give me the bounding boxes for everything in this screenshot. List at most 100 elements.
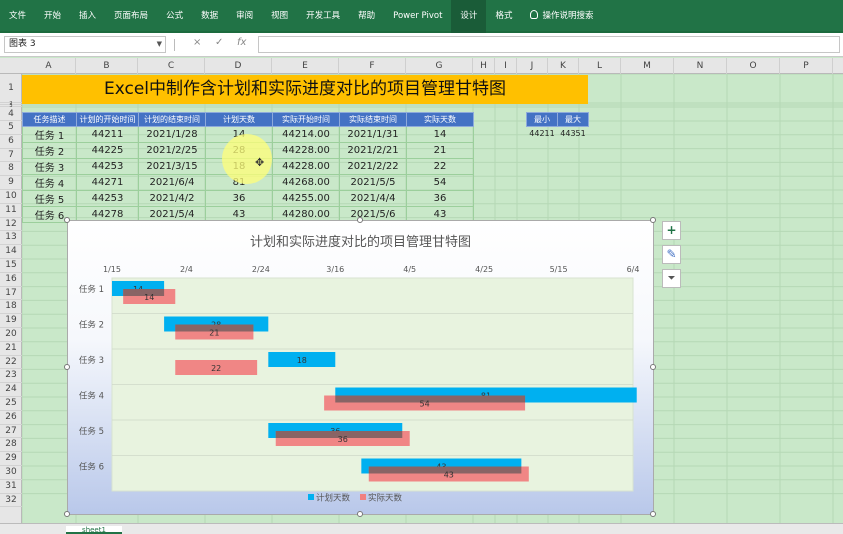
ribbon-tab[interactable]: 文件 bbox=[0, 0, 35, 33]
table-cell[interactable]: 44228.00 bbox=[272, 142, 340, 159]
page-title[interactable]: Excel中制作含计划和实际进度对比的项目管理甘特图 bbox=[22, 75, 588, 104]
ribbon-tab[interactable]: 页面布局 bbox=[105, 0, 157, 33]
chart-styles-brush-icon[interactable]: ✎ bbox=[662, 245, 681, 264]
table-cell[interactable]: 2021/4/2 bbox=[138, 190, 206, 207]
row-header[interactable]: 17 bbox=[0, 287, 22, 301]
ribbon-tab[interactable]: 开发工具 bbox=[297, 0, 349, 33]
max-header[interactable]: 最大 bbox=[557, 112, 589, 127]
row-header[interactable]: 16 bbox=[0, 273, 22, 287]
column-header[interactable]: N bbox=[674, 58, 727, 74]
row-header[interactable]: 7 bbox=[0, 149, 22, 163]
row-header[interactable]: 29 bbox=[0, 452, 22, 466]
table-cell[interactable]: 14 bbox=[406, 126, 474, 143]
column-header-cell[interactable]: 任务描述 bbox=[22, 112, 77, 127]
chart-filter-icon[interactable]: ⏷ bbox=[662, 269, 681, 288]
resize-handle[interactable] bbox=[650, 217, 656, 223]
column-header-cell[interactable]: 实际天数 bbox=[406, 112, 474, 127]
chevron-down-icon[interactable]: ▼ bbox=[157, 37, 162, 52]
row-header[interactable]: 26 bbox=[0, 411, 22, 425]
column-header[interactable]: J bbox=[517, 58, 548, 74]
table-cell[interactable]: 44271 bbox=[76, 174, 139, 191]
resize-handle[interactable] bbox=[357, 217, 363, 223]
table-cell[interactable]: 44253 bbox=[76, 158, 139, 175]
table-cell[interactable]: 44211 bbox=[76, 126, 139, 143]
column-header[interactable]: O bbox=[727, 58, 780, 74]
tell-me-search[interactable]: 操作说明搜索 bbox=[521, 0, 602, 33]
row-header[interactable]: 13 bbox=[0, 231, 22, 246]
ribbon-tab[interactable]: Power Pivot bbox=[384, 0, 451, 33]
row-header[interactable]: 28 bbox=[0, 438, 22, 453]
sheet-tab[interactable]: sheet1 bbox=[66, 526, 122, 534]
column-header-cell[interactable]: 计划天数 bbox=[205, 112, 273, 127]
table-cell[interactable]: 44214.00 bbox=[272, 126, 340, 143]
max-value[interactable]: 44351 bbox=[558, 127, 589, 140]
table-cell[interactable]: 2021/4/4 bbox=[339, 190, 407, 207]
table-cell[interactable]: 54 bbox=[406, 174, 474, 191]
table-cell[interactable]: 44253 bbox=[76, 190, 139, 207]
row-header[interactable]: 31 bbox=[0, 480, 22, 494]
column-header[interactable]: H bbox=[473, 58, 495, 74]
row-header[interactable]: 5 bbox=[0, 121, 22, 135]
table-cell[interactable]: 2021/6/4 bbox=[138, 174, 206, 191]
row-header[interactable]: 32 bbox=[0, 494, 22, 508]
column-header[interactable]: K bbox=[548, 58, 579, 74]
column-header[interactable]: L bbox=[579, 58, 621, 74]
row-header[interactable]: 27 bbox=[0, 425, 22, 439]
column-header[interactable]: A bbox=[22, 58, 76, 74]
table-cell[interactable]: 44268.00 bbox=[272, 174, 340, 191]
column-header-cell[interactable]: 计划的开始时间 bbox=[76, 112, 139, 127]
column-header-cell[interactable]: 实际开始时间 bbox=[272, 112, 340, 127]
resize-handle[interactable] bbox=[650, 511, 656, 517]
table-cell[interactable]: 任务 3 bbox=[22, 158, 77, 175]
min-value[interactable]: 44211 bbox=[527, 127, 558, 140]
column-header[interactable]: D bbox=[205, 58, 272, 74]
gantt-chart[interactable]: 计划和实际进度对比的项目管理甘特图 1/15 2/4 2/24 3/16 4/5 4/25… bbox=[64, 217, 656, 517]
table-cell[interactable]: 任务 4 bbox=[22, 174, 77, 191]
row-header[interactable]: 9 bbox=[0, 176, 22, 190]
ribbon-tab[interactable]: 开始 bbox=[35, 0, 70, 33]
row-header[interactable]: 6 bbox=[0, 135, 22, 149]
row-header[interactable]: 8 bbox=[0, 162, 22, 177]
table-cell[interactable]: 21 bbox=[406, 142, 474, 159]
column-header[interactable]: I bbox=[495, 58, 517, 74]
row-header[interactable]: 4 bbox=[0, 107, 22, 121]
table-cell[interactable]: 44225 bbox=[76, 142, 139, 159]
table-cell[interactable]: 44228.00 bbox=[272, 158, 340, 175]
column-header-cell[interactable]: 计划的结束时间 bbox=[138, 112, 206, 127]
ribbon-tab[interactable]: 设计 bbox=[451, 0, 487, 33]
table-cell[interactable]: 2021/3/15 bbox=[138, 158, 206, 175]
legend-label[interactable]: 实际天数 bbox=[368, 493, 403, 504]
fx-icon[interactable]: fx bbox=[237, 37, 246, 48]
ribbon-tab[interactable]: 格式 bbox=[486, 0, 521, 33]
table-cell[interactable]: 2021/5/5 bbox=[339, 174, 407, 191]
table-cell[interactable]: 任务 5 bbox=[22, 190, 77, 207]
resize-handle[interactable] bbox=[64, 511, 70, 517]
row-header[interactable]: 20 bbox=[0, 328, 22, 342]
chart-elements-plus-icon[interactable]: + bbox=[662, 221, 681, 240]
ribbon-tab[interactable]: 数据 bbox=[192, 0, 227, 33]
min-header[interactable]: 最小 bbox=[526, 112, 558, 127]
row-header[interactable]: 23 bbox=[0, 369, 22, 384]
ribbon-tab[interactable]: 插入 bbox=[70, 0, 105, 33]
legend-label[interactable]: 计划天数 bbox=[316, 493, 351, 504]
row-header[interactable]: 19 bbox=[0, 314, 22, 328]
table-cell[interactable]: 22 bbox=[406, 158, 474, 175]
table-cell[interactable]: 2021/2/21 bbox=[339, 142, 407, 159]
table-cell[interactable]: 任务 1 bbox=[22, 126, 77, 143]
table-cell[interactable]: 任务 2 bbox=[22, 142, 77, 159]
row-header[interactable]: 22 bbox=[0, 356, 22, 370]
resize-handle[interactable] bbox=[64, 217, 70, 223]
ribbon-tab[interactable]: 视图 bbox=[262, 0, 297, 33]
row-header[interactable]: 24 bbox=[0, 383, 22, 397]
ribbon-tab[interactable]: 公式 bbox=[157, 0, 192, 33]
cancel-icon[interactable]: × bbox=[193, 37, 201, 48]
table-cell[interactable]: 36 bbox=[406, 190, 474, 207]
row-header[interactable]: 1 bbox=[0, 74, 22, 103]
row-header[interactable]: 14 bbox=[0, 245, 22, 259]
ribbon-tab[interactable]: 帮助 bbox=[349, 0, 384, 33]
row-header[interactable]: 15 bbox=[0, 259, 22, 273]
formula-input[interactable] bbox=[258, 36, 840, 53]
table-cell[interactable]: 2021/1/31 bbox=[339, 126, 407, 143]
column-header[interactable]: G bbox=[406, 58, 473, 74]
column-header[interactable]: F bbox=[339, 58, 406, 74]
